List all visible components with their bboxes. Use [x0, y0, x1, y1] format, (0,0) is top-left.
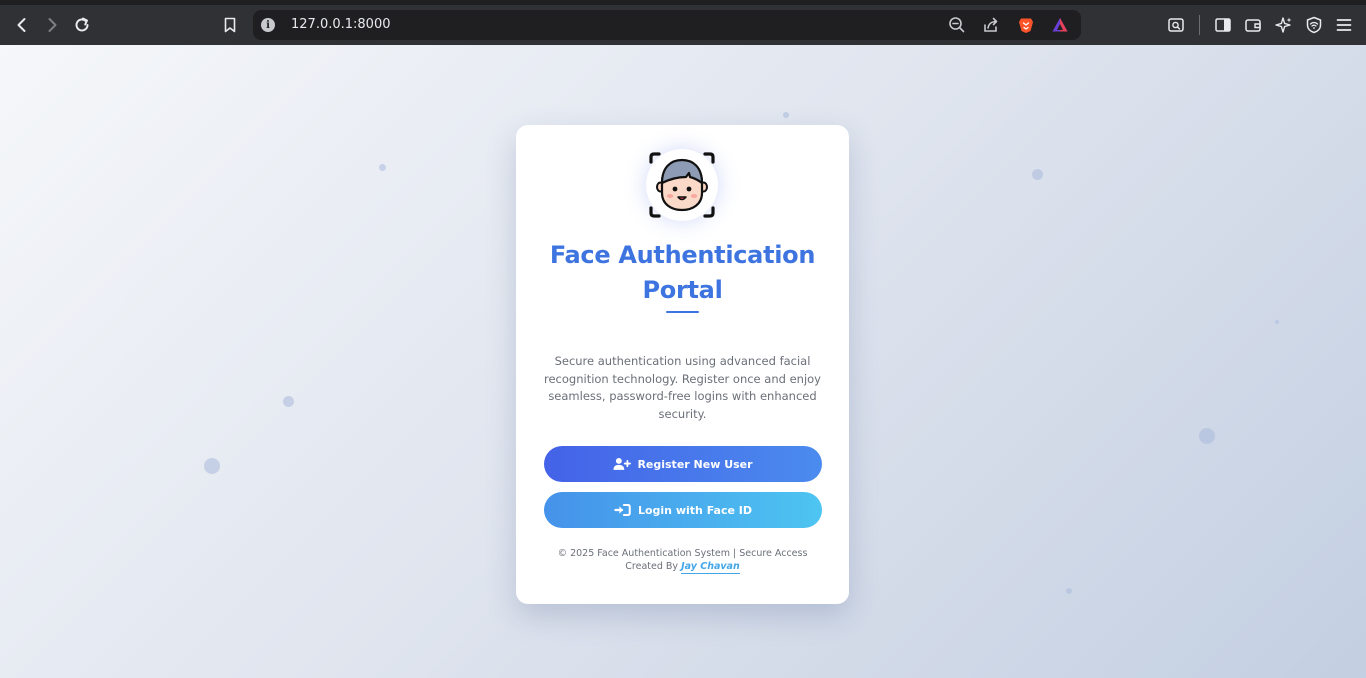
register-new-user-button[interactable]: Register New User [544, 446, 822, 482]
hamburger-menu-icon[interactable] [1329, 5, 1359, 45]
user-plus-icon [613, 457, 632, 470]
share-icon[interactable] [981, 15, 1001, 35]
page-background: Face Authentication Portal Secure authen… [0, 45, 1366, 678]
author-link[interactable]: Jay Chavan [681, 561, 740, 574]
login-face-id-button[interactable]: Login with Face ID [544, 492, 822, 528]
bookmark-icon[interactable] [215, 5, 245, 45]
created-by-line: Created By Jay Chavan [526, 561, 839, 574]
auth-card: Face Authentication Portal Secure authen… [516, 125, 849, 604]
browser-toolbar: i 127.0.0.1:8000 [0, 0, 1366, 45]
sidebar-icon[interactable] [1208, 5, 1238, 45]
address-bar[interactable]: i 127.0.0.1:8000 [253, 10, 1081, 40]
title-underline [666, 311, 699, 313]
background-particle [204, 458, 220, 474]
leo-ai-icon[interactable] [1269, 5, 1299, 45]
background-particle [1275, 320, 1279, 324]
brave-lion-icon[interactable] [1016, 15, 1036, 35]
url-text[interactable]: 127.0.0.1:8000 [291, 17, 391, 32]
register-button-label: Register New User [637, 457, 753, 471]
brave-rewards-icon[interactable] [1050, 15, 1070, 35]
copyright-text: © 2025 Face Authentication System | Secu… [557, 548, 808, 559]
background-particle [1032, 169, 1043, 180]
back-arrow-icon[interactable] [7, 5, 37, 45]
page-title: Face Authentication Portal [549, 241, 816, 304]
forward-arrow-icon[interactable] [37, 5, 67, 45]
background-particle [1066, 588, 1072, 594]
face-scan-icon [646, 149, 718, 221]
wallet-icon[interactable] [1238, 5, 1268, 45]
description-text: Secure authentication using advanced fac… [544, 354, 821, 421]
login-button-label: Login with Face ID [637, 503, 753, 517]
zoom-out-icon[interactable] [947, 15, 967, 35]
background-particle [283, 396, 294, 407]
toolbar-divider [1199, 15, 1200, 35]
created-by-label: Created By [625, 561, 679, 572]
sign-in-icon [614, 504, 631, 516]
background-particle [379, 164, 386, 171]
site-info-icon[interactable]: i [261, 18, 275, 32]
reload-icon[interactable] [67, 5, 97, 45]
page-search-icon[interactable] [1161, 5, 1191, 45]
vpn-shield-icon[interactable] [1299, 5, 1329, 45]
background-particle [1199, 428, 1215, 444]
background-particle [783, 112, 789, 118]
